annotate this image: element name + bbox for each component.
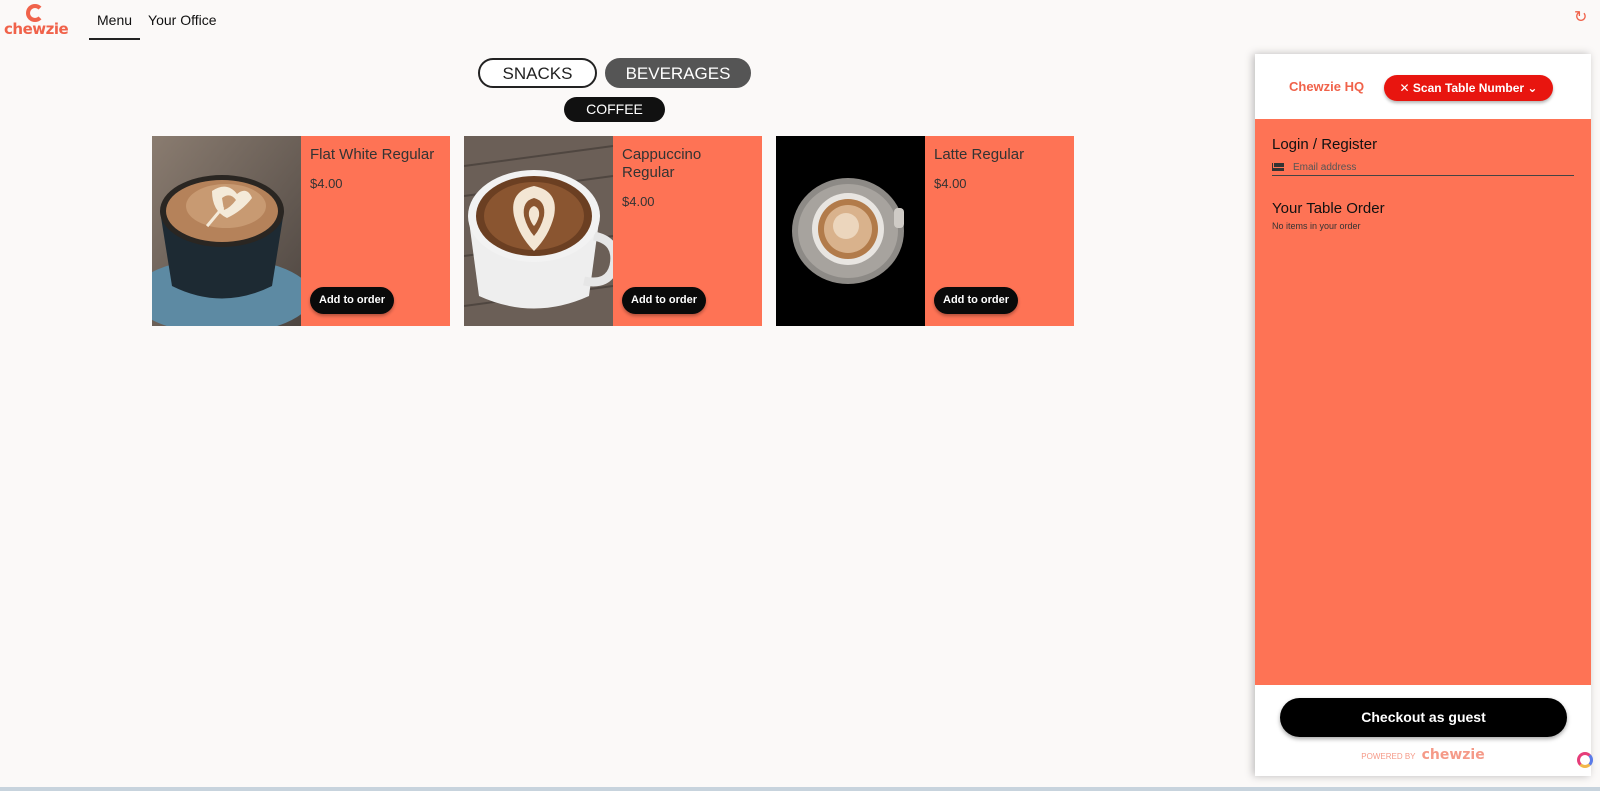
window-bottom-edge: [0, 787, 1600, 791]
subcategory-coffee-button[interactable]: COFFEE: [564, 97, 665, 122]
sidebar-body: Login / Register Your Table Order No ite…: [1255, 119, 1591, 685]
product-name: Flat White Regular: [310, 146, 435, 163]
venue-name: Chewzie HQ: [1289, 79, 1365, 94]
checkout-as-guest-button[interactable]: Checkout as guest: [1280, 698, 1567, 737]
order-empty-text: No items in your order: [1272, 221, 1361, 231]
nav-item-your-office[interactable]: Your Office: [140, 0, 225, 40]
powered-by-brand: chewzie: [1421, 747, 1485, 763]
scan-table-number-button[interactable]: ✕ Scan Table Number ⌄: [1384, 75, 1553, 101]
product-price: $4.00: [310, 176, 343, 191]
login-register-title: Login / Register: [1272, 136, 1378, 153]
table-order-title: Your Table Order: [1272, 200, 1385, 217]
product-name: Cappuccino Regular: [622, 146, 702, 181]
refresh-icon[interactable]: ↻: [1574, 10, 1590, 26]
add-to-order-button[interactable]: Add to order: [622, 287, 706, 314]
product-image-flat-white: [152, 136, 301, 326]
category-beverages-button[interactable]: BEVERAGES: [605, 58, 751, 88]
product-card: Flat White Regular $4.00 Add to order: [152, 136, 450, 326]
product-price: $4.00: [622, 194, 655, 209]
product-name: Latte Regular: [934, 146, 1025, 163]
product-image-latte: [776, 136, 925, 326]
product-price: $4.00: [934, 176, 967, 191]
product-image-cappuccino: [464, 136, 613, 326]
scan-table-label: Scan Table Number: [1412, 81, 1525, 95]
mail-icon: [1272, 163, 1285, 171]
chevron-down-icon: ⌄: [1527, 81, 1538, 95]
main-nav: Menu Your Office: [89, 0, 225, 40]
category-snacks-button[interactable]: SNACKS: [478, 58, 597, 88]
add-to-order-button[interactable]: Add to order: [310, 287, 394, 314]
chewzie-logo[interactable]: chewzie: [4, 2, 69, 40]
top-bar: chewzie Menu Your Office ↻: [0, 0, 1600, 44]
sidebar-header: Chewzie HQ ✕ Scan Table Number ⌄: [1255, 54, 1591, 119]
utensils-icon: ✕: [1399, 81, 1410, 95]
nav-item-menu[interactable]: Menu: [89, 0, 141, 40]
product-details: Latte Regular $4.00 Add to order: [925, 136, 1074, 326]
product-details: Cappuccino Regular $4.00 Add to order: [613, 136, 762, 326]
logo-text: chewzie: [4, 20, 69, 38]
email-field[interactable]: [1293, 161, 1574, 173]
help-icon[interactable]: [1577, 752, 1593, 768]
powered-by: POWERED BY chewzie: [1255, 747, 1591, 763]
email-field-row: [1272, 159, 1574, 176]
product-card: Latte Regular $4.00 Add to order: [776, 136, 1074, 326]
product-details: Flat White Regular $4.00 Add to order: [301, 136, 450, 326]
powered-by-label: POWERED BY: [1361, 752, 1416, 761]
add-to-order-button[interactable]: Add to order: [934, 287, 1018, 314]
product-card: Cappuccino Regular $4.00 Add to order: [464, 136, 762, 326]
order-sidebar: Chewzie HQ ✕ Scan Table Number ⌄ Login /…: [1255, 54, 1591, 776]
